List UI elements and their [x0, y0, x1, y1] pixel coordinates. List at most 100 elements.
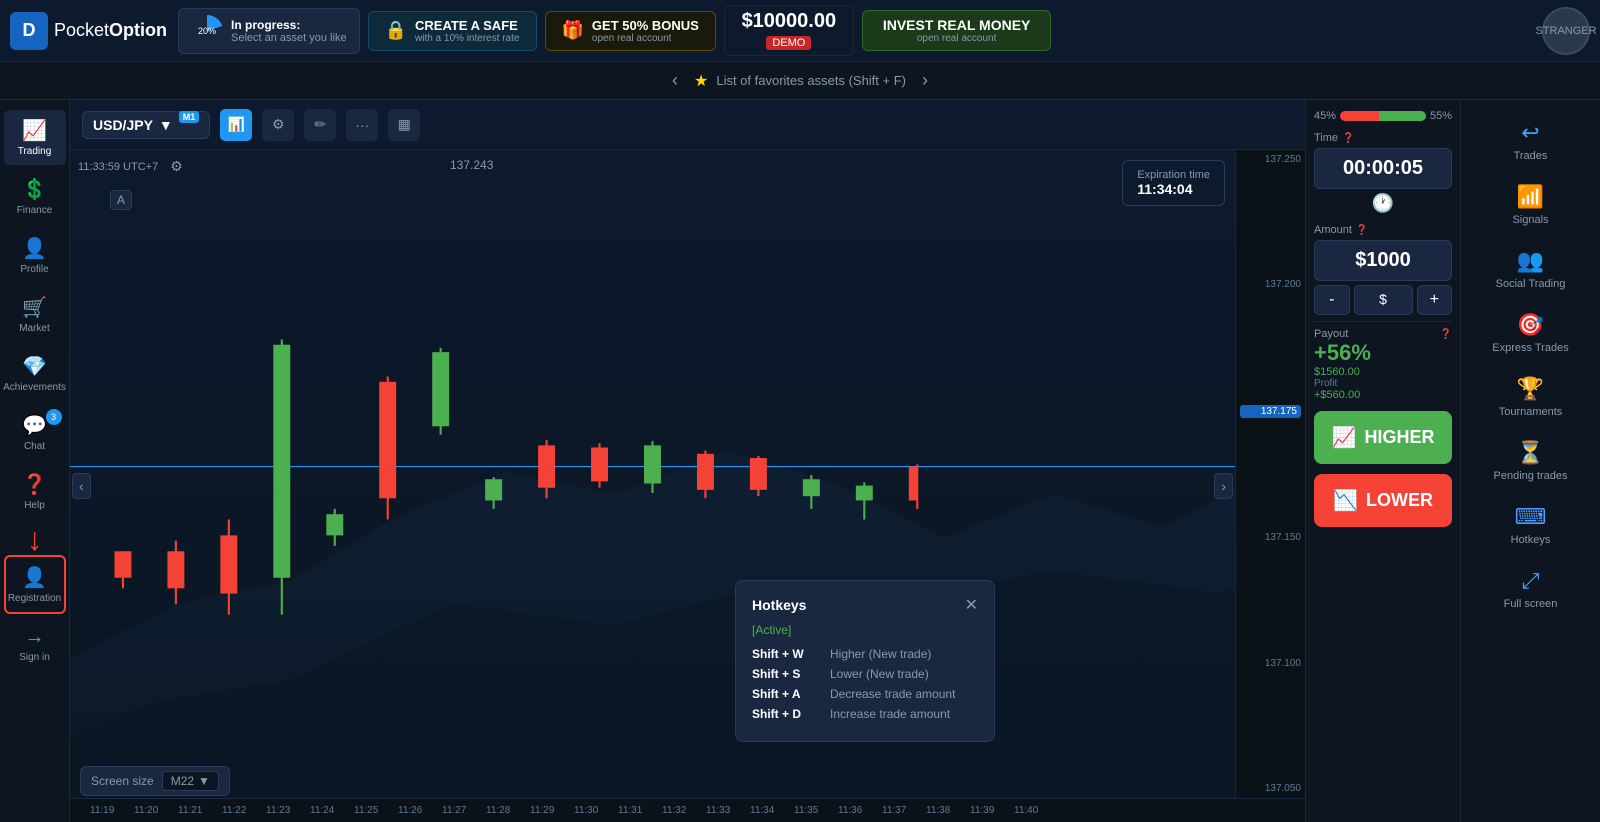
sidebar-item-chat[interactable]: 💬 Chat 3 — [4, 405, 66, 460]
price-label-2: 137.200 — [1240, 279, 1301, 290]
create-safe-sub-text: with a 10% interest rate — [415, 33, 520, 44]
hotkey-row-2: Shift + A Decrease trade amount — [752, 687, 978, 701]
sidebar-item-finance[interactable]: 💲 Finance — [4, 169, 66, 224]
screen-size-label: Screen size — [91, 774, 154, 788]
right-panel-express-trades[interactable]: 🎯 Express Trades — [1466, 302, 1596, 364]
invest-sub-text: open real account — [883, 33, 1031, 44]
time-label-9: 11:28 — [486, 805, 510, 816]
screen-size-value: M22 — [171, 774, 194, 788]
finance-icon: 💲 — [22, 177, 47, 202]
hotkey-action-1: Lower (New trade) — [830, 667, 929, 681]
chart-scroll-left[interactable]: ‹ — [72, 473, 91, 499]
right-panel: ↩ Trades 📶 Signals 👥 Social Trading 🎯 Ex… — [1460, 100, 1600, 822]
price-label-current: 137.175 — [1240, 405, 1301, 418]
express-trades-label: Express Trades — [1492, 342, 1568, 354]
help-icon-time: ❓ — [1342, 133, 1354, 144]
currency-button[interactable]: $ — [1354, 285, 1413, 315]
hotkeys-icon: ⌨ — [1515, 504, 1547, 530]
sidebar-item-help[interactable]: ❓ Help — [4, 464, 66, 519]
price-label-1: 137.250 — [1240, 154, 1301, 165]
expiration-label: Expiration time — [1137, 169, 1210, 181]
fullscreen-icon: ⤢ — [1522, 568, 1540, 594]
right-panel-hotkeys[interactable]: ⌨ Hotkeys — [1466, 494, 1596, 556]
sidebar-item-achievements[interactable]: 💎 Achievements — [4, 346, 66, 401]
price-label-5: 137.050 — [1240, 783, 1301, 794]
higher-button[interactable]: 📈 HIGHER — [1314, 411, 1452, 464]
sidebar-item-registration[interactable]: 👤 Registration — [4, 555, 66, 614]
time-label-17: 11:36 — [838, 805, 862, 816]
time-label-12: 11:31 — [618, 805, 642, 816]
chart-settings-icon[interactable]: ⚙ — [262, 109, 294, 141]
asset-name: USD/JPY — [93, 117, 153, 133]
avatar[interactable]: STRANGER — [1542, 7, 1590, 55]
sentiment-left-pct: 45% — [1314, 110, 1336, 122]
right-panel-social-trading[interactable]: 👥 Social Trading — [1466, 238, 1596, 300]
price-label-3: 137.150 — [1240, 532, 1301, 543]
bonus-main-text: GET 50% BONUS — [592, 18, 699, 33]
hotkeys-header: Hotkeys ✕ — [752, 595, 978, 615]
chat-icon: 💬 — [22, 413, 47, 438]
chart-container: USD/JPY ▼ M1 📊 ⚙ ✏ ··· ▦ — [70, 100, 1305, 822]
fav-arrow-left[interactable]: ‹ — [664, 70, 686, 91]
right-panel-fullscreen[interactable]: ⤢ Full screen — [1466, 558, 1596, 620]
hotkeys-close-icon[interactable]: ✕ — [965, 595, 978, 615]
chart-toolbar: USD/JPY ▼ M1 📊 ⚙ ✏ ··· ▦ — [70, 100, 1305, 150]
create-safe-button[interactable]: 🔒 CREATE A SAFE with a 10% interest rate — [368, 11, 537, 51]
time-label-13: 11:32 — [662, 805, 686, 816]
invest-main-text: INVEST REAL MONEY — [883, 17, 1031, 33]
candlestick-chart — [70, 170, 1235, 700]
time-label-18: 11:37 — [882, 805, 906, 816]
chart-scroll-right[interactable]: › — [1214, 473, 1233, 499]
sidebar-item-market[interactable]: 🛒 Market — [4, 287, 66, 342]
amount-decrease-button[interactable]: - — [1314, 285, 1350, 315]
expiration-time: 11:34:04 — [1137, 181, 1210, 197]
fullscreen-label: Full screen — [1504, 598, 1558, 610]
chart-draw-icon[interactable]: ✏ — [304, 109, 336, 141]
time-section: Time ❓ 00:00:05 🕐 — [1314, 132, 1452, 218]
chart-type-bar-icon[interactable]: 📊 — [220, 109, 252, 141]
time-display: 00:00:05 — [1314, 148, 1452, 189]
sidebar-label-registration: Registration — [8, 593, 61, 604]
sidebar-item-profile[interactable]: 👤 Profile — [4, 228, 66, 283]
lower-button[interactable]: 📉 LOWER — [1314, 474, 1452, 527]
gift-icon: 🎁 — [562, 20, 584, 41]
fav-arrow-right[interactable]: › — [914, 70, 936, 91]
time-label-3: 11:22 — [222, 805, 246, 816]
amount-section-label: Amount ❓ — [1314, 224, 1452, 236]
hotkeys-popup: Hotkeys ✕ [Active] Shift + W Higher (New… — [735, 580, 995, 742]
profile-icon: 👤 — [22, 236, 47, 261]
amount-increase-button[interactable]: + — [1417, 285, 1453, 315]
lower-icon: 📉 — [1333, 488, 1358, 513]
right-panel-trades[interactable]: ↩ Trades — [1466, 110, 1596, 172]
achievements-icon: 💎 — [22, 354, 47, 379]
chart-more-icon[interactable]: ··· — [346, 109, 378, 141]
right-panel-signals[interactable]: 📶 Signals — [1466, 174, 1596, 236]
bonus-button[interactable]: 🎁 GET 50% BONUS open real account — [545, 11, 716, 51]
progress-button[interactable]: 20% In progress: Select an asset you lik… — [178, 8, 360, 54]
hotkeys-label: Hotkeys — [1511, 534, 1551, 546]
asset-selector[interactable]: USD/JPY ▼ M1 — [82, 111, 210, 139]
pending-trades-icon: ⏳ — [1517, 440, 1544, 466]
chart-layout-icon[interactable]: ▦ — [388, 109, 420, 141]
time-label-20: 11:39 — [970, 805, 994, 816]
time-label-1: 11:20 — [134, 805, 158, 816]
invest-button[interactable]: INVEST REAL MONEY open real account — [862, 10, 1052, 51]
sidebar-label-market: Market — [19, 323, 50, 334]
time-label-7: 11:26 — [398, 805, 422, 816]
right-panel-tournaments[interactable]: 🏆 Tournaments — [1466, 366, 1596, 428]
favorites-star-icon: ★ — [694, 71, 708, 91]
sidebar-item-signin[interactable]: → Sign in — [4, 618, 66, 671]
chart-main: 11:33:59 UTC+7 ⚙ A 137.243 — [70, 150, 1305, 822]
lower-label: LOWER — [1366, 490, 1433, 511]
sentiment-bar — [1340, 111, 1426, 121]
express-trades-icon: 🎯 — [1517, 312, 1544, 338]
right-panel-pending-trades[interactable]: ⏳ Pending trades — [1466, 430, 1596, 492]
sidebar-label-chat: Chat — [24, 441, 45, 452]
expiration-panel: Expiration time 11:34:04 — [1122, 160, 1225, 206]
hotkey-key-2: Shift + A — [752, 687, 822, 701]
screen-size-selector[interactable]: M22 ▼ — [162, 771, 219, 791]
bonus-sub-text: open real account — [592, 33, 699, 44]
sidebar-item-trading[interactable]: 📈 Trading — [4, 110, 66, 165]
payout-label: Payout — [1314, 328, 1348, 340]
lock-icon: 🔒 — [385, 20, 407, 41]
